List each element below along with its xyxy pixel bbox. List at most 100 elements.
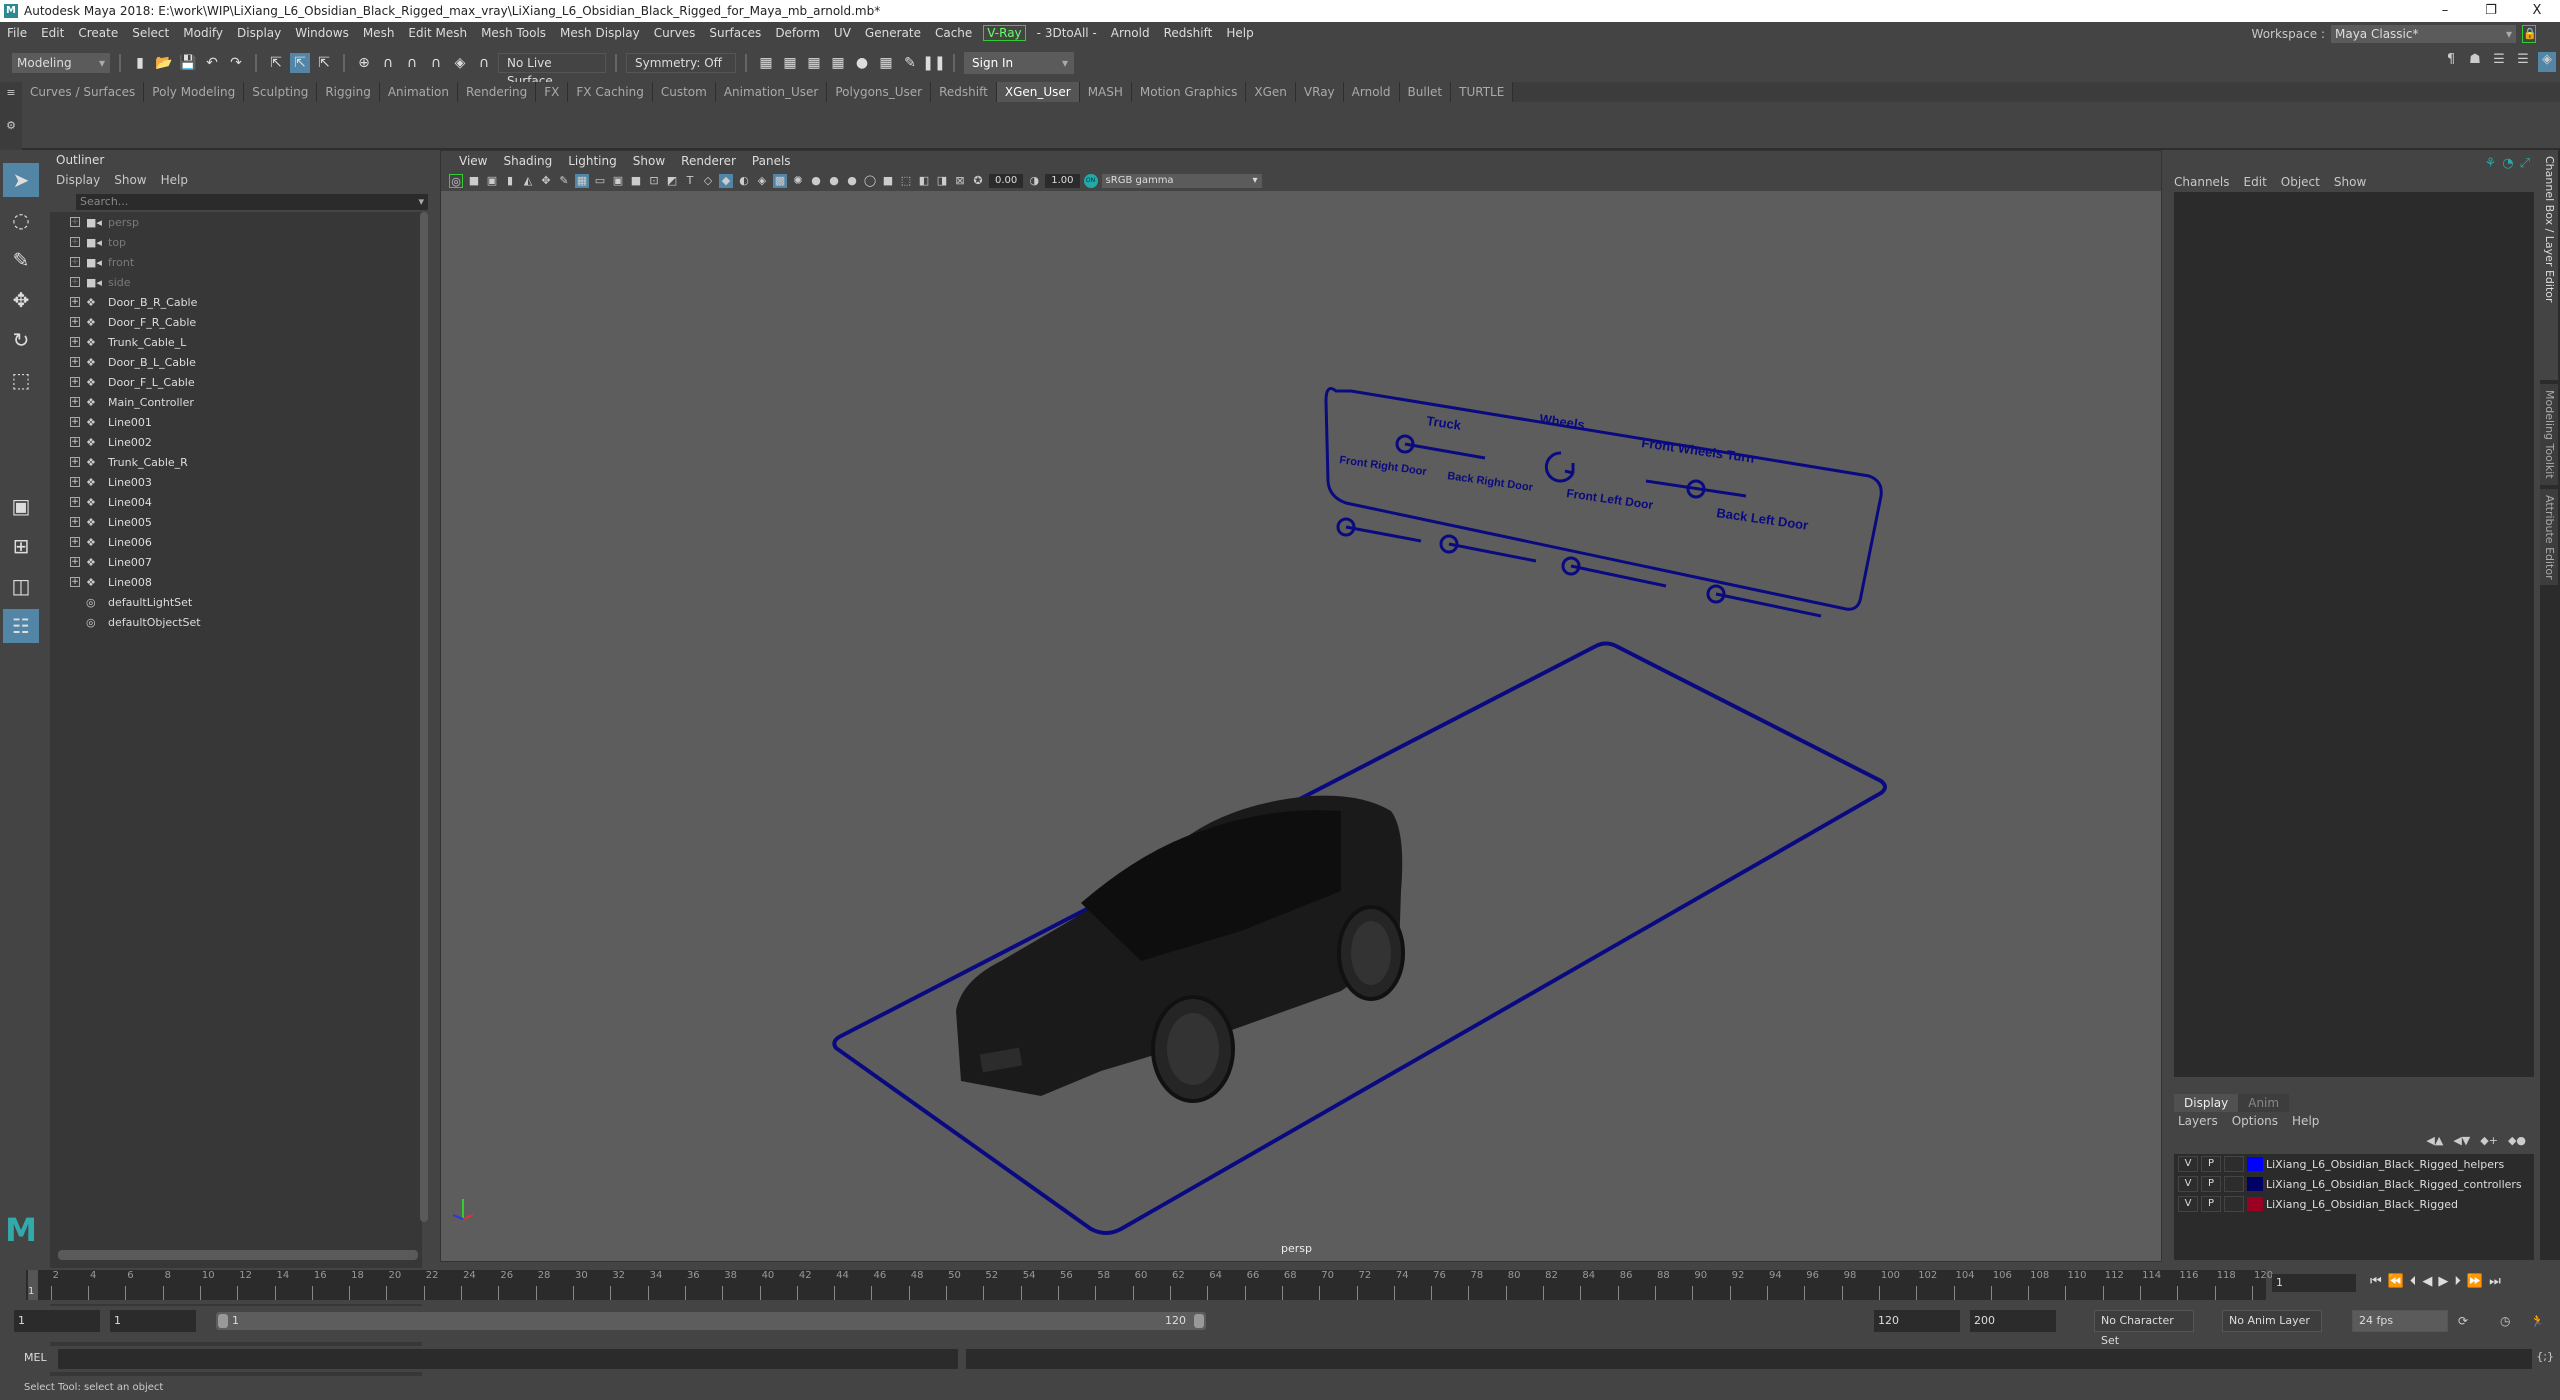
- layer-tab-anim[interactable]: Anim: [2238, 1094, 2290, 1112]
- expand-icon[interactable]: +: [70, 477, 80, 487]
- shelf-tab-fx-caching[interactable]: FX Caching: [568, 82, 653, 102]
- open-scene-icon[interactable]: 📂: [154, 53, 174, 73]
- shelf-tab-animation[interactable]: Animation: [379, 82, 458, 102]
- shelf-tab-custom[interactable]: Custom: [652, 82, 716, 102]
- menu-create[interactable]: Create: [71, 26, 125, 40]
- xray-icon[interactable]: ◧: [917, 174, 931, 188]
- menu-windows[interactable]: Windows: [288, 26, 356, 40]
- current-frame-field[interactable]: 1: [2272, 1274, 2356, 1292]
- maximize-button[interactable]: ❐: [2468, 0, 2514, 22]
- film-gate-icon[interactable]: ▭: [593, 174, 607, 188]
- move-layer-down-icon[interactable]: ◀▼: [2453, 1134, 2470, 1147]
- preferences-icon[interactable]: 🏃: [2530, 1314, 2545, 1328]
- wireframe-icon[interactable]: ◇: [701, 174, 715, 188]
- menu-mesh-tools[interactable]: Mesh Tools: [474, 26, 553, 40]
- menu-generate[interactable]: Generate: [858, 26, 928, 40]
- shelf-tab-mash[interactable]: MASH: [1079, 82, 1132, 102]
- snap-point-icon[interactable]: ∩: [402, 53, 422, 73]
- step-back-key-icon[interactable]: ⏪: [2388, 1274, 2404, 1289]
- outliner-vertical-scrollbar[interactable]: [420, 212, 428, 1222]
- layer-menu-layers[interactable]: Layers: [2178, 1112, 2218, 1130]
- expand-icon[interactable]: +: [70, 577, 80, 587]
- lasso-tool-icon[interactable]: ◌: [3, 203, 39, 237]
- outliner-search-input[interactable]: Search...: [76, 194, 428, 210]
- outliner-item[interactable]: + ❖ Trunk_Cable_L: [50, 332, 422, 352]
- menu-curves[interactable]: Curves: [647, 26, 703, 40]
- outliner-menu-help[interactable]: Help: [161, 170, 188, 190]
- shelf-menu-icon[interactable]: ≡: [0, 86, 22, 99]
- expand-icon[interactable]: +: [70, 277, 80, 287]
- lock-icon[interactable]: 🔒: [2522, 25, 2537, 43]
- attribute-editor-icon[interactable]: ☰: [2490, 52, 2508, 72]
- range-start-handle[interactable]: [218, 1314, 228, 1328]
- channel-box-menu-show[interactable]: Show: [2334, 172, 2366, 192]
- vray-icon[interactable]: ✎: [900, 53, 920, 73]
- camera-attributes-icon[interactable]: ■: [467, 174, 481, 188]
- layer-color-swatch[interactable]: [2247, 1177, 2263, 1191]
- move-tool-icon[interactable]: ✥: [3, 283, 39, 317]
- workspace-dropdown[interactable]: Maya Classic*: [2331, 25, 2516, 43]
- depth-of-field-icon[interactable]: ■: [881, 174, 895, 188]
- two-d-pan-zoom-icon[interactable]: ✥: [539, 174, 553, 188]
- layer-row[interactable]: V P LiXiang_L6_Obsidian_Black_Rigged_contr…: [2174, 1174, 2534, 1194]
- expand-icon[interactable]: +: [70, 457, 80, 467]
- script-editor-icon[interactable]: {;}: [2536, 1350, 2554, 1363]
- two-pane-layout-icon[interactable]: ◫: [3, 569, 39, 603]
- outliner-item[interactable]: + ❖ Trunk_Cable_R: [50, 452, 422, 472]
- viewport-menu-renderer[interactable]: Renderer: [673, 151, 744, 171]
- viewport-menu-view[interactable]: View: [451, 151, 495, 171]
- view-transform-dropdown[interactable]: sRGB gamma: [1101, 174, 1262, 188]
- outliner-item[interactable]: + ■◂ front: [50, 252, 422, 272]
- go-to-end-icon[interactable]: ⏭: [2489, 1274, 2501, 1289]
- textured-icon[interactable]: ▩: [773, 174, 787, 188]
- playhead[interactable]: 1: [28, 1270, 38, 1300]
- symmetry-field[interactable]: Symmetry: Off: [626, 53, 736, 73]
- visibility-toggle[interactable]: V: [2178, 1196, 2198, 1212]
- menu-uv[interactable]: UV: [827, 26, 858, 40]
- layer-row[interactable]: V P LiXiang_L6_Obsidian_Black_Rigged: [2174, 1194, 2534, 1214]
- outliner-horizontal-scrollbar[interactable]: [58, 1250, 418, 1260]
- gamma-icon[interactable]: ◑: [1027, 174, 1041, 188]
- expand-icon[interactable]: +: [70, 257, 80, 267]
- menu-modify[interactable]: Modify: [176, 26, 230, 40]
- vray-toggle-icon[interactable]: ◎: [449, 174, 463, 188]
- step-back-frame-icon[interactable]: ⏴: [2410, 1274, 2417, 1289]
- expand-icon[interactable]: +: [70, 237, 80, 247]
- shelf-settings-icon[interactable]: ⚙: [0, 119, 22, 132]
- shelf-tab-arnold[interactable]: Arnold: [1343, 82, 1400, 102]
- channel-box-menu-edit[interactable]: Edit: [2244, 172, 2267, 192]
- playback-start-field[interactable]: 1: [110, 1310, 196, 1332]
- anti-aliasing-icon[interactable]: ◯: [863, 174, 877, 188]
- layer-row[interactable]: V P LiXiang_L6_Obsidian_Black_Rigged_helpe…: [2174, 1154, 2534, 1174]
- outliner-item[interactable]: ◎ defaultObjectSet: [50, 612, 422, 632]
- step-forward-key-icon[interactable]: ⏩: [2467, 1274, 2483, 1289]
- shelf-tab-redshift[interactable]: Redshift: [931, 82, 997, 102]
- resolution-gate-icon[interactable]: ▣: [611, 174, 625, 188]
- speed-icon[interactable]: ◔: [2502, 156, 2513, 171]
- snap-curve-icon[interactable]: ∩: [378, 53, 398, 73]
- default-material-icon[interactable]: ◐: [737, 174, 751, 188]
- expand-icon[interactable]: +: [70, 537, 80, 547]
- playback-toggle[interactable]: P: [2201, 1156, 2221, 1172]
- manipulator-icon[interactable]: ⚘: [2485, 156, 2497, 171]
- render-view-icon[interactable]: ▦: [876, 53, 896, 73]
- safe-title-icon[interactable]: T: [683, 174, 697, 188]
- outliner-item[interactable]: + ■◂ side: [50, 272, 422, 292]
- expand-icon[interactable]: +: [70, 357, 80, 367]
- modeling-toolkit-icon[interactable]: ¶: [2442, 52, 2460, 72]
- isolate-select-icon[interactable]: ⬚: [899, 174, 913, 188]
- outliner-item[interactable]: ◎ defaultLightSet: [50, 592, 422, 612]
- outliner-item[interactable]: + ❖ Line005: [50, 512, 422, 532]
- grid-icon[interactable]: ▦: [575, 174, 589, 188]
- channel-box-menu-channels[interactable]: Channels: [2174, 172, 2230, 192]
- bookmark-icon[interactable]: ▮: [503, 174, 517, 188]
- shelf-tab-sculpting[interactable]: Sculpting: [244, 82, 318, 102]
- smooth-shade-icon[interactable]: ◆: [719, 174, 733, 188]
- outliner-item[interactable]: + ❖ Door_B_R_Cable: [50, 292, 422, 312]
- exposure-field[interactable]: 0.00: [989, 174, 1024, 188]
- outliner-item[interactable]: + ❖ Line001: [50, 412, 422, 432]
- outliner-item[interactable]: + ❖ Door_F_L_Cable: [50, 372, 422, 392]
- layer-tab-display[interactable]: Display: [2174, 1094, 2239, 1112]
- scale-tool-icon[interactable]: ⬚: [3, 363, 39, 397]
- visibility-toggle[interactable]: V: [2178, 1156, 2198, 1172]
